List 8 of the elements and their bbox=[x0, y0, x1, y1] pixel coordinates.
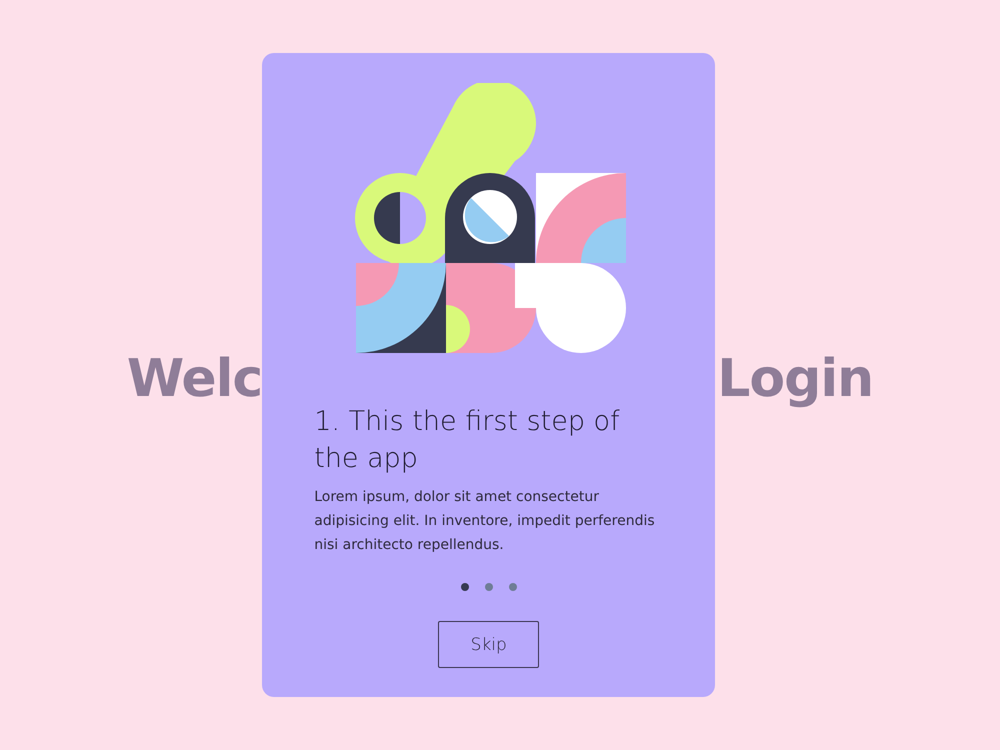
skip-button[interactable]: Skip bbox=[438, 621, 540, 668]
step-title: 1. This the first step of the app bbox=[314, 405, 621, 476]
step-dot[interactable] bbox=[508, 583, 517, 591]
step-dot[interactable] bbox=[460, 583, 469, 591]
step-description: Lorem ipsum, dolor sit amet consectetur adipisicing elit. In inventore, impedit perferendis nisi architecto repellendus. bbox=[314, 488, 656, 555]
step-dot[interactable] bbox=[484, 583, 493, 591]
login-heading: Login bbox=[717, 349, 874, 409]
welcome-heading: Welc bbox=[126, 349, 262, 409]
